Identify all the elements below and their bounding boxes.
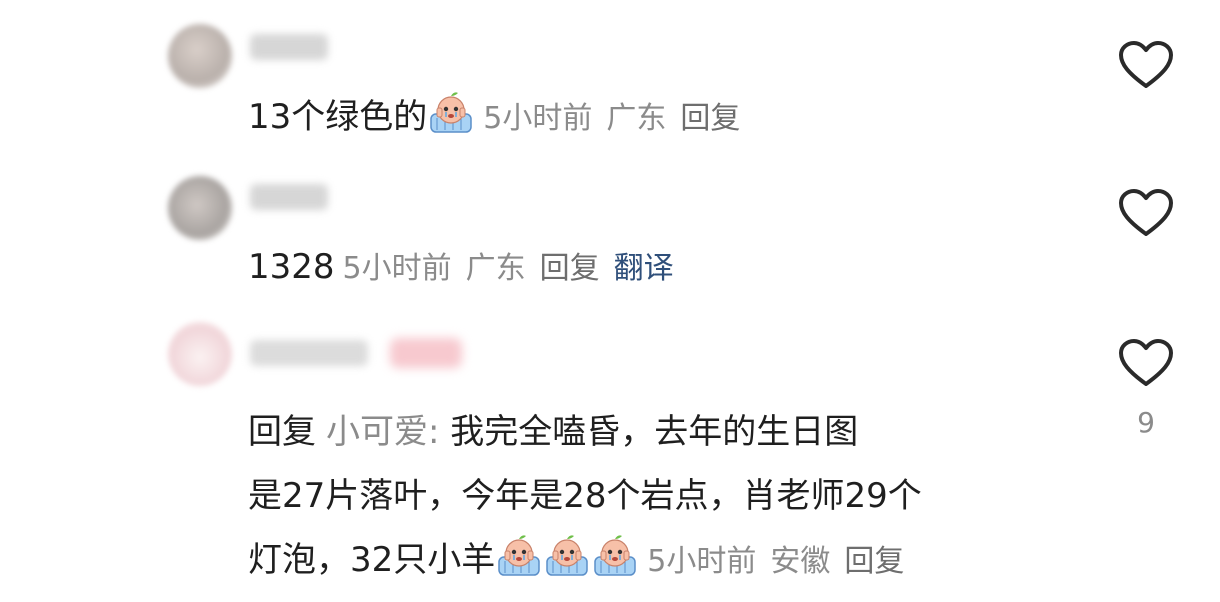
translate-button[interactable]: 翻译	[614, 251, 674, 286]
comment-location: 广东	[465, 251, 526, 286]
user-badge-blurred	[390, 338, 462, 368]
heart-outline-icon	[1118, 338, 1174, 388]
comment-time: 5小时前	[342, 251, 452, 286]
heart-outline-icon	[1118, 40, 1174, 90]
comment-text: 1328	[248, 247, 335, 287]
avatar[interactable]	[168, 322, 232, 386]
comment-location: 广东	[606, 101, 667, 136]
username-blurred[interactable]	[250, 34, 328, 60]
comment-time: 5小时前	[647, 544, 757, 579]
comment-text-line1: 我完全嗑昏，去年的生日图	[450, 412, 859, 452]
crying-baby-emoji-icon	[427, 88, 475, 136]
like-button[interactable]	[1118, 188, 1174, 238]
comment-time: 5小时前	[483, 101, 593, 136]
username-blurred[interactable]	[250, 184, 328, 210]
reply-target-user[interactable]: 小可爱:	[326, 412, 439, 452]
reply-button[interactable]: 回复	[844, 544, 904, 579]
like-button[interactable]	[1118, 338, 1174, 388]
crying-baby-emoji-icon	[591, 531, 639, 579]
heart-outline-icon	[1118, 188, 1174, 238]
reply-button[interactable]: 回复	[540, 251, 600, 286]
reply-button[interactable]: 回复	[680, 101, 740, 136]
like-count: 9	[1137, 406, 1155, 439]
crying-baby-emoji-icon	[495, 531, 543, 579]
comment-text-line2: 是27片落叶，今年是28个岩点，肖老师29个	[248, 476, 922, 516]
comment-line: 回复 小可爱: 我完全嗑昏，去年的生日图	[248, 400, 1068, 464]
avatar[interactable]	[168, 176, 232, 240]
comment-line: 灯泡，32只小羊 5小时前 安徽 回复	[248, 528, 1068, 594]
comment-body: 13个绿色的 5小时前 广东 回复	[248, 86, 1068, 150]
username-blurred[interactable]	[250, 340, 368, 366]
crying-baby-emoji-icon	[543, 531, 591, 579]
reply-prefix: 回复	[248, 412, 316, 452]
comment-line: 是27片落叶，今年是28个岩点，肖老师29个	[248, 464, 1068, 528]
comment-body: 1328 5小时前 广东 回复 翻译	[248, 236, 1068, 300]
comment-location: 安徽	[770, 544, 831, 579]
avatar[interactable]	[168, 24, 232, 88]
comment-body: 回复 小可爱: 我完全嗑昏，去年的生日图 是27片落叶，今年是28个岩点，肖老师2…	[248, 400, 1068, 594]
comment-text-line3: 灯泡，32只小羊	[248, 540, 496, 580]
comment-text: 13个绿色的	[248, 97, 428, 137]
like-button[interactable]	[1118, 40, 1174, 90]
